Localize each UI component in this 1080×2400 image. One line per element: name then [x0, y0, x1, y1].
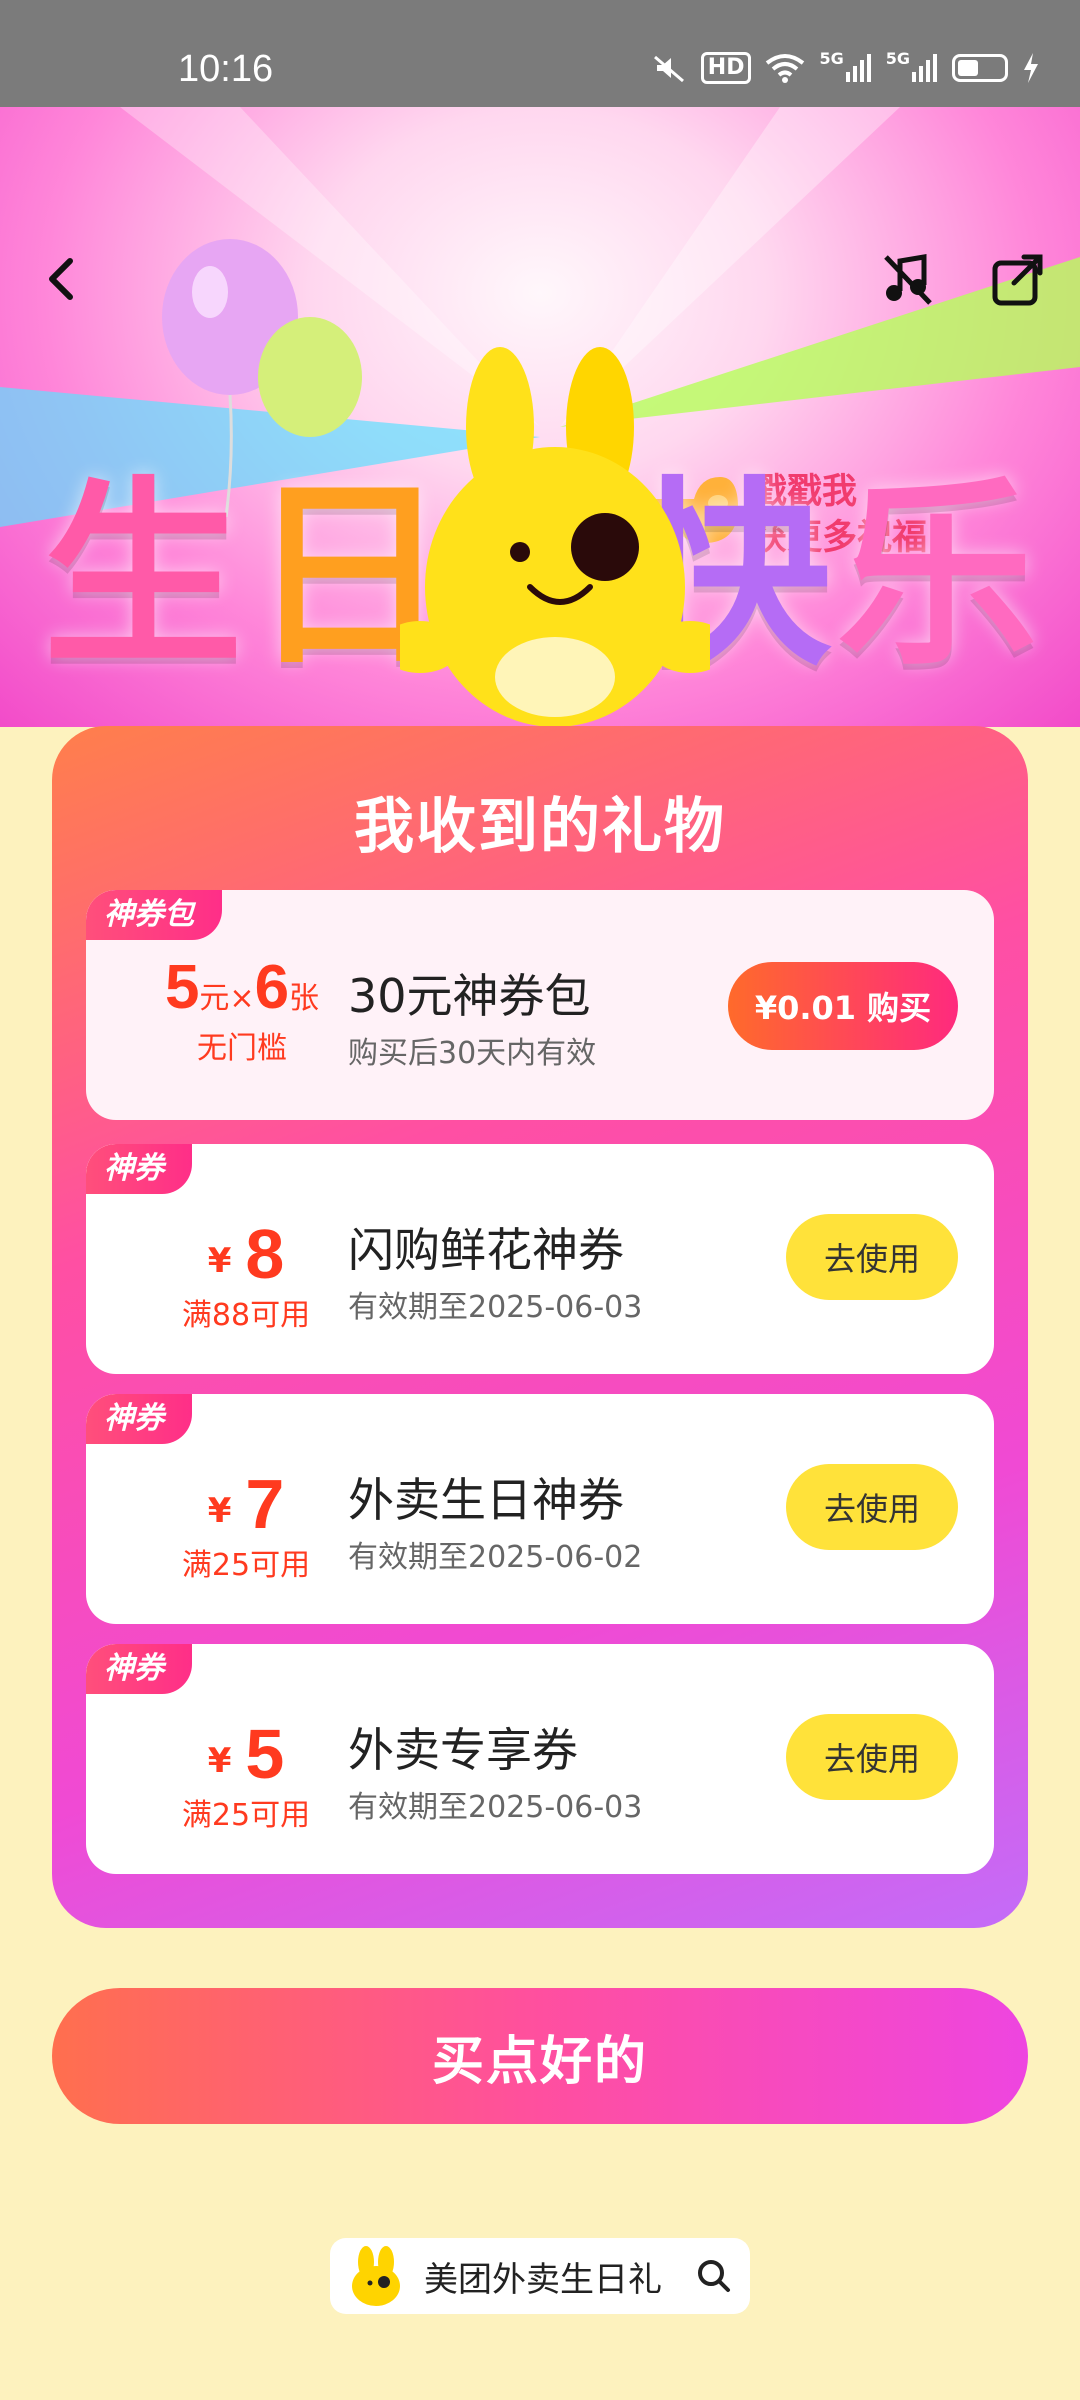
- coupon-validity: 有效期至2025-06-02: [348, 1540, 643, 1575]
- use-coupon-button[interactable]: 去使用: [786, 1464, 958, 1550]
- coupon-card[interactable]: 神券 ¥8 满88可用 闪购鲜花神券 有效期至2025-06-03 去使用: [86, 1144, 994, 1374]
- coupon-value: 5: [245, 1715, 285, 1793]
- use-coupon-button[interactable]: 去使用: [786, 1714, 958, 1800]
- birthday-banner: 戳戳我 获更多祝福 生 日 快 乐: [0, 107, 1080, 727]
- coupon-name: 外卖生日神券: [348, 1473, 624, 1527]
- mascot-icon: [352, 2246, 400, 2306]
- pack-unit: 元: [199, 981, 230, 1016]
- coupon-name: 30元神券包: [348, 969, 591, 1023]
- coupon-tag: 神券: [86, 1144, 192, 1194]
- coupon-value: 7: [245, 1465, 285, 1543]
- signal-2-icon: 5G: [886, 49, 938, 82]
- coupon-name: 外卖专享券: [348, 1723, 578, 1777]
- coupon-value: 8: [245, 1215, 285, 1293]
- signal-1-icon: 5G: [819, 49, 871, 82]
- mascot-icon: [400, 347, 710, 727]
- coupon-tag: 神券: [86, 1394, 192, 1444]
- charging-icon: [1022, 53, 1040, 83]
- coupon-card[interactable]: 神券 ¥5 满25可用 外卖专享券 有效期至2025-06-03 去使用: [86, 1644, 994, 1874]
- currency-symbol: ¥: [207, 1241, 232, 1281]
- search-bar[interactable]: 美团外卖生日礼: [330, 2238, 750, 2314]
- pack-count-unit: 张: [289, 981, 320, 1016]
- status-icons: HD 5G 5G: [651, 49, 1040, 84]
- back-icon: [49, 258, 73, 300]
- coupon-condition: 无门槛: [197, 1031, 287, 1066]
- search-icon: [698, 2260, 730, 2292]
- pack-times: ×: [229, 981, 255, 1016]
- currency-symbol: ¥: [207, 1491, 232, 1531]
- coupon-name: 闪购鲜花神券: [348, 1223, 624, 1277]
- coupon-validity: 有效期至2025-06-03: [348, 1290, 643, 1325]
- search-label: 美团外卖生日礼: [424, 2259, 662, 2300]
- share-icon: [992, 254, 1043, 306]
- title-char: 生: [42, 460, 243, 693]
- pack-count-value: 6: [254, 953, 290, 1022]
- coupon-card[interactable]: 神券 ¥7 满25可用 外卖生日神券 有效期至2025-06-02 去使用: [86, 1394, 994, 1624]
- wifi-icon: [765, 53, 805, 83]
- gift-panel: 我收到的礼物 神券包 5元×6张 无门槛 30元神券包 购买后30天内有效 ¥0…: [52, 726, 1028, 1928]
- title-char: 乐: [836, 460, 1037, 693]
- buy-something-button[interactable]: 买点好的: [52, 1988, 1028, 2124]
- status-bar: 10:16 HD 5G 5G: [0, 0, 1080, 107]
- coupon-pack-amount: 5元×6张 无门槛: [122, 952, 362, 1067]
- currency-symbol: ¥: [207, 1741, 232, 1781]
- coupon-tag: 神券: [86, 1644, 192, 1694]
- gift-panel-title: 我收到的礼物: [354, 792, 726, 862]
- mute-icon: [651, 53, 687, 83]
- pack-amount-value: 5: [164, 953, 200, 1022]
- coupon-tag: 神券包: [86, 890, 222, 940]
- music-toggle-button[interactable]: [876, 247, 940, 311]
- use-coupon-button[interactable]: 去使用: [786, 1214, 958, 1300]
- share-button[interactable]: [986, 247, 1050, 311]
- buy-pack-button[interactable]: ¥0.01 购买: [728, 962, 958, 1050]
- coupon-amount: ¥5 满25可用: [126, 1714, 366, 1834]
- coupon-validity: 有效期至2025-06-03: [348, 1790, 643, 1825]
- coupon-condition: 满25可用: [181, 1798, 311, 1833]
- status-time: 10:16: [178, 48, 274, 90]
- coupon-condition: 满25可用: [181, 1548, 311, 1583]
- back-button[interactable]: [30, 247, 94, 311]
- coupon-amount: ¥7 满25可用: [126, 1464, 366, 1584]
- hd-badge: HD: [700, 52, 752, 84]
- coupon-amount: ¥8 满88可用: [126, 1214, 366, 1334]
- music-off-icon: [884, 254, 932, 305]
- coupon-condition: 满88可用: [181, 1298, 311, 1333]
- battery-icon: [952, 54, 1008, 82]
- coupon-pack-card[interactable]: 神券包 5元×6张 无门槛 30元神券包 购买后30天内有效 ¥0.01 购买: [86, 890, 994, 1120]
- coupon-desc: 购买后30天内有效: [348, 1036, 597, 1071]
